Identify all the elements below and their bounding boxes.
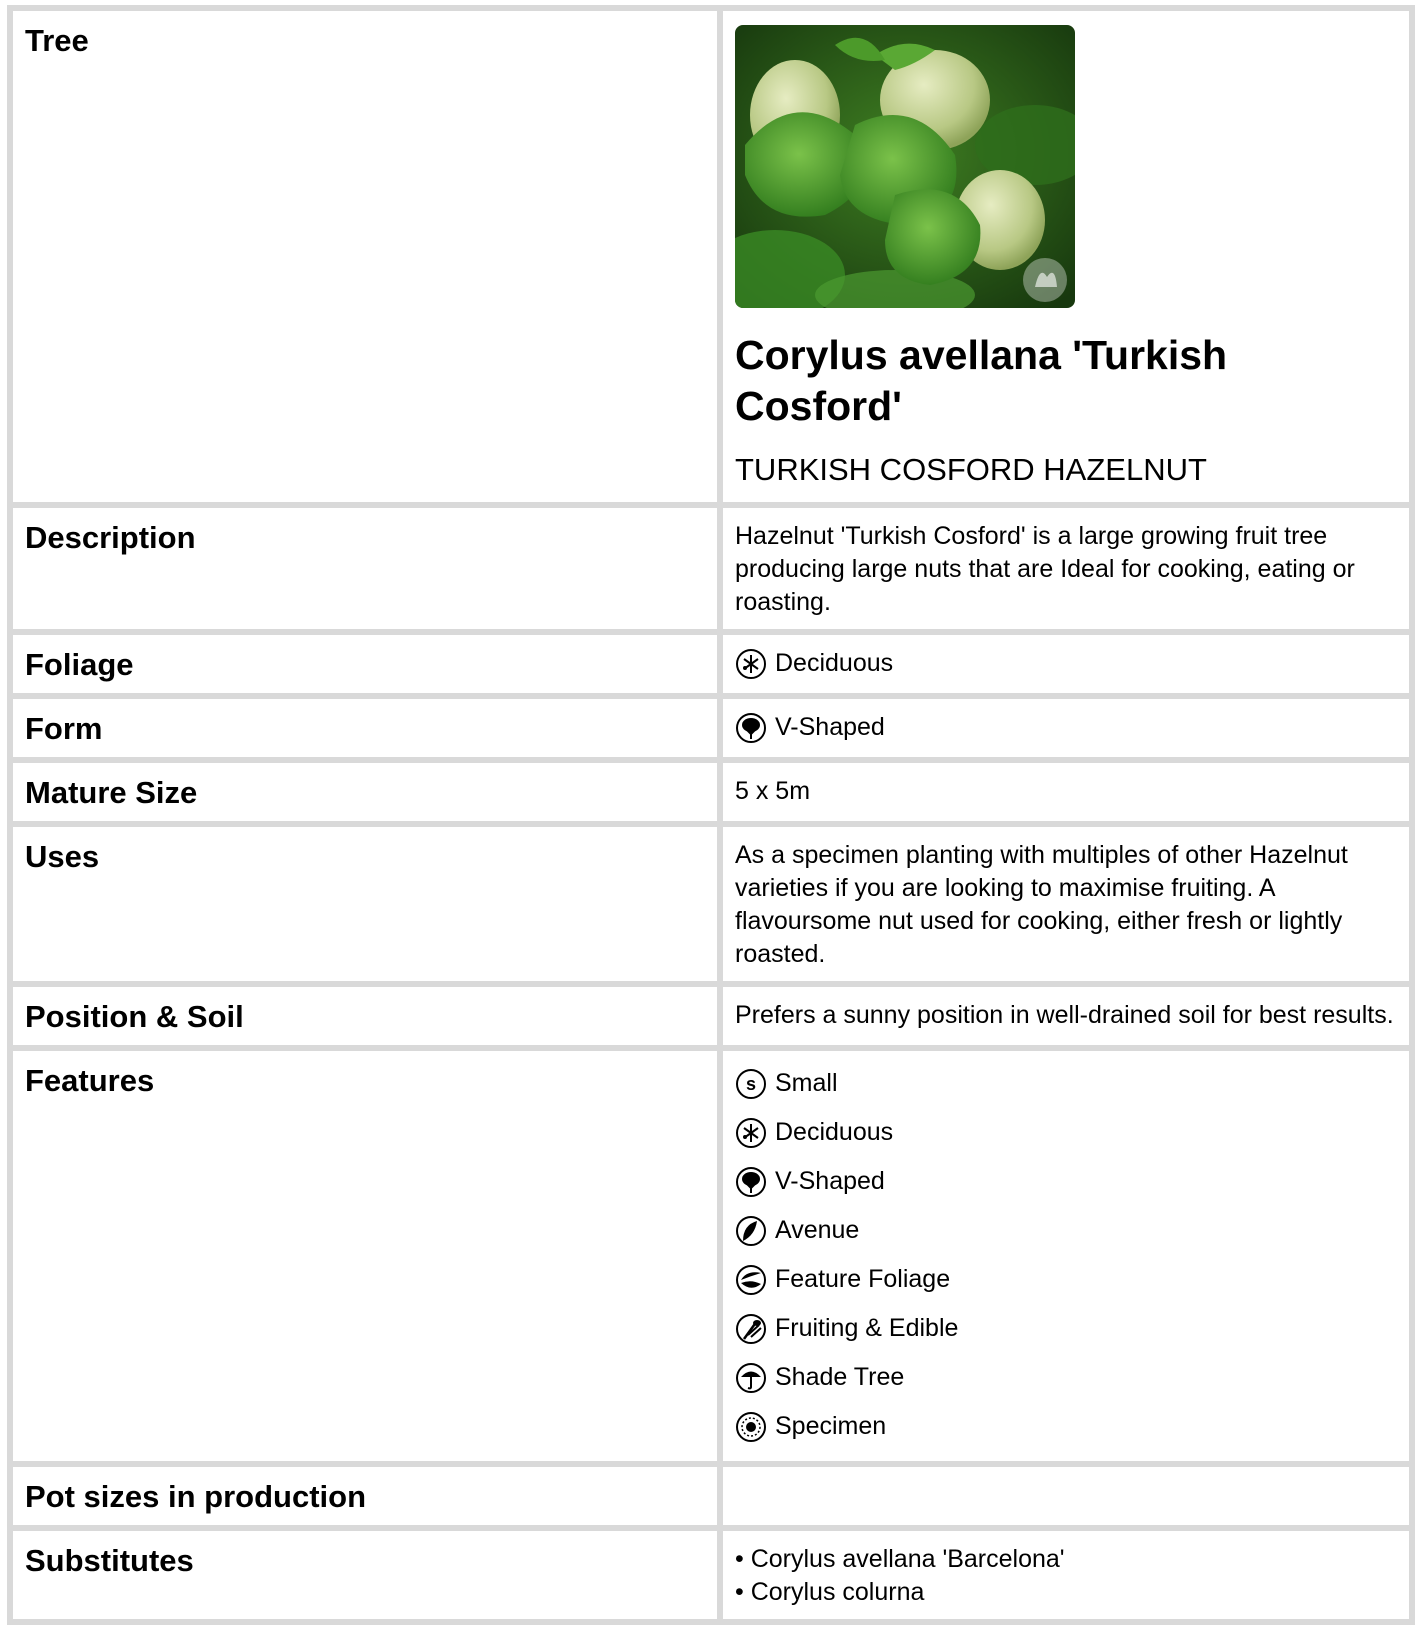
row-label-position-soil: Position & Soil (13, 987, 717, 1045)
feature-item: V-Shaped (735, 1157, 1397, 1206)
feature-label: Avenue (775, 1216, 860, 1244)
row-description: Description Hazelnut 'Turkish Cosford' i… (13, 508, 1409, 629)
substitute-item: • Corylus avellana 'Barcelona' (735, 1545, 1065, 1573)
small-icon: s (736, 1068, 766, 1099)
row-substitutes: Substitutes • Corylus avellana 'Barcelon… (13, 1531, 1409, 1619)
feature-item: Shade Tree (735, 1353, 1397, 1402)
row-value-features: s Small Deciduous V-Shaped Avenue Featur… (723, 1051, 1409, 1461)
mature-size-value: 5 x 5m (723, 763, 1409, 821)
row-label-substitutes: Substitutes (13, 1531, 717, 1619)
feature-item: s Small (735, 1059, 1397, 1108)
row-features: Features s Small Deciduous V-Shaped Aven… (13, 1051, 1409, 1461)
feature-label: Specimen (775, 1412, 887, 1440)
botanical-name: Corylus avellana 'Turkish Cosford' (735, 332, 1228, 429)
feature-item: Fruiting & Edible (735, 1304, 1397, 1353)
feature-foliage-icon (736, 1264, 766, 1295)
row-foliage: Foliage Deciduous (13, 635, 1409, 693)
fruiting-edible-icon (736, 1313, 766, 1344)
row-label-foliage: Foliage (13, 635, 717, 693)
foliage-attribute: Deciduous (735, 647, 1397, 680)
v-shaped-icon (736, 1166, 766, 1197)
feature-label: Fruiting & Edible (775, 1314, 959, 1342)
deciduous-icon (736, 1117, 766, 1148)
row-label-form: Form (13, 699, 717, 757)
row-uses: Uses As a specimen planting with multipl… (13, 827, 1409, 981)
feature-label: Shade Tree (775, 1363, 905, 1391)
uses-text: As a specimen planting with multiples of… (723, 827, 1409, 981)
feature-item: Deciduous (735, 1108, 1397, 1157)
feature-label: Small (775, 1069, 838, 1097)
substitute-item: • Corylus colurna (735, 1578, 925, 1606)
row-value-form: V-Shaped (723, 699, 1409, 757)
row-mature-size: Mature Size 5 x 5m (13, 763, 1409, 821)
form-attribute: V-Shaped (735, 711, 1397, 744)
row-position-soil: Position & Soil Prefers a sunny position… (13, 987, 1409, 1045)
avenue-icon (736, 1215, 766, 1246)
row-label-description: Description (13, 508, 717, 629)
row-pot-sizes: Pot sizes in production (13, 1467, 1409, 1525)
plant-spec-table: Tree Corylus avellana 'Turkish Cosford' … (7, 5, 1415, 1625)
row-label-uses: Uses (13, 827, 717, 981)
shade-tree-icon (736, 1362, 766, 1393)
feature-label: V-Shaped (775, 1167, 885, 1195)
form-value: V-Shaped (775, 713, 885, 741)
row-value-tree: Corylus avellana 'Turkish Cosford' TURKI… (723, 11, 1409, 502)
feature-item: Specimen (735, 1402, 1397, 1451)
deciduous-icon (736, 648, 766, 679)
foliage-value: Deciduous (775, 649, 894, 677)
feature-item: Avenue (735, 1206, 1397, 1255)
feature-label: Feature Foliage (775, 1265, 951, 1293)
plant-photo (735, 25, 1075, 308)
common-name: TURKISH COSFORD HAZELNUT (735, 452, 1207, 487)
features-list: s Small Deciduous V-Shaped Avenue Featur… (735, 1059, 1397, 1451)
row-tree: Tree Corylus avellana 'Turkish Cosford' … (13, 11, 1409, 502)
row-label-features: Features (13, 1051, 717, 1461)
row-label-pot-sizes: Pot sizes in production (13, 1467, 717, 1525)
row-label-mature-size: Mature Size (13, 763, 717, 821)
feature-label: Deciduous (775, 1118, 894, 1146)
description-text: Hazelnut 'Turkish Cosford' is a large gr… (723, 508, 1409, 629)
pot-sizes-value (723, 1467, 1409, 1525)
position-soil-text: Prefers a sunny position in well-drained… (723, 987, 1409, 1045)
row-label-tree: Tree (13, 11, 717, 502)
row-value-foliage: Deciduous (723, 635, 1409, 693)
feature-item: Feature Foliage (735, 1255, 1397, 1304)
row-form: Form V-Shaped (13, 699, 1409, 757)
row-value-substitutes: • Corylus avellana 'Barcelona' • Corylus… (723, 1531, 1409, 1619)
specimen-icon (736, 1411, 766, 1442)
svg-text:s: s (746, 1074, 756, 1094)
v-shaped-icon (736, 712, 766, 743)
